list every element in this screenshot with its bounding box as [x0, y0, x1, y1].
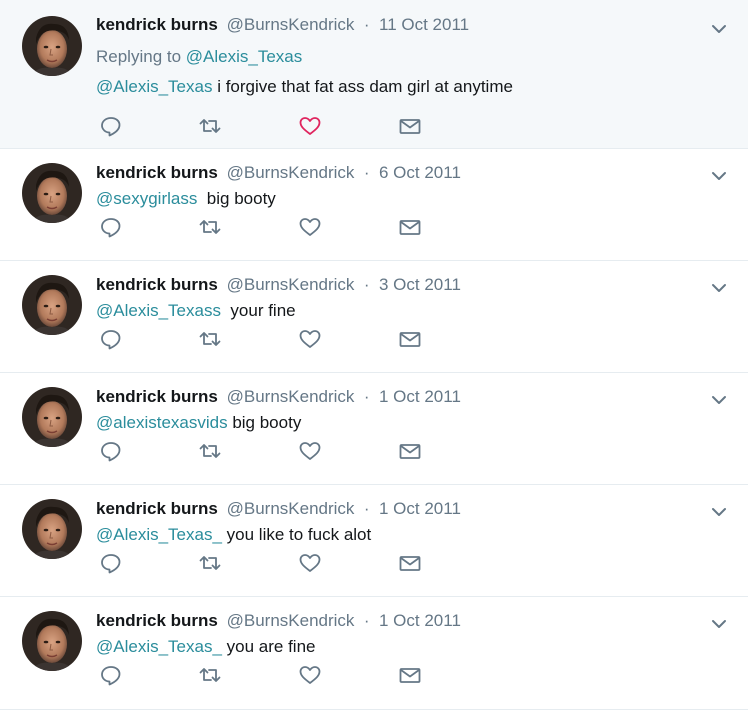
author-name[interactable]: kendrick burns — [96, 163, 218, 182]
tweet-timeline: kendrick burns @BurnsKendrick · 11 Oct 2… — [0, 0, 748, 723]
heart-icon[interactable] — [298, 216, 322, 238]
chevron-down-icon[interactable] — [710, 615, 728, 633]
author-name[interactable]: kendrick burns — [96, 387, 218, 406]
mention-link[interactable]: @Alexis_Texass — [96, 301, 221, 320]
tweet-item[interactable]: kendrick burns @BurnsKendrick · 11 Oct 2… — [0, 0, 748, 149]
heart-icon[interactable] — [298, 328, 322, 350]
author-handle[interactable]: @BurnsKendrick — [227, 163, 355, 182]
envelope-icon[interactable] — [398, 328, 422, 350]
separator-dot: · — [359, 387, 375, 406]
heart-icon[interactable] — [298, 440, 322, 462]
heart-icon[interactable] — [298, 115, 322, 137]
tweet-date[interactable]: 3 Oct 2011 — [379, 275, 461, 294]
reply-icon[interactable] — [99, 664, 123, 686]
author-name[interactable]: kendrick burns — [96, 499, 218, 518]
tweet-text: @Alexis_Texas i forgive that fat ass dam… — [96, 76, 513, 98]
separator-dot: · — [359, 15, 375, 34]
separator-dot: · — [359, 499, 375, 518]
author-handle[interactable]: @BurnsKendrick — [227, 499, 355, 518]
tweet-header: kendrick burns @BurnsKendrick · 11 Oct 2… — [96, 14, 469, 36]
tweet-header: kendrick burns @BurnsKendrick · 1 Oct 20… — [96, 386, 461, 408]
envelope-icon[interactable] — [398, 216, 422, 238]
tweet-date[interactable]: 11 Oct 2011 — [379, 15, 469, 34]
tweet-item[interactable]: kendrick burns @BurnsKendrick · 3 Oct 20… — [0, 261, 748, 373]
tweet-body: big booty — [197, 189, 276, 208]
tweet-header: kendrick burns @BurnsKendrick · 1 Oct 20… — [96, 498, 461, 520]
replying-prefix: Replying to — [96, 47, 182, 66]
avatar[interactable] — [22, 163, 82, 223]
avatar[interactable] — [22, 611, 82, 671]
chevron-down-icon[interactable] — [710, 167, 728, 185]
avatar[interactable] — [22, 499, 82, 559]
mention-link[interactable]: @alexistexasvids — [96, 413, 228, 432]
author-name[interactable]: kendrick burns — [96, 275, 218, 294]
author-name[interactable]: kendrick burns — [96, 611, 218, 630]
heart-icon[interactable] — [298, 664, 322, 686]
chevron-down-icon[interactable] — [710, 279, 728, 297]
reply-icon[interactable] — [99, 115, 123, 137]
reply-icon[interactable] — [99, 328, 123, 350]
retweet-icon[interactable] — [198, 440, 222, 462]
tweet-body: big booty — [227, 413, 302, 432]
heart-icon[interactable] — [298, 552, 322, 574]
retweet-icon[interactable] — [198, 552, 222, 574]
replying-to: Replying to @Alexis_Texas — [96, 46, 302, 68]
chevron-down-icon[interactable] — [710, 503, 728, 521]
tweet-header: kendrick burns @BurnsKendrick · 1 Oct 20… — [96, 610, 461, 632]
separator-dot: · — [359, 611, 375, 630]
tweet-text: @alexistexasvids big booty — [96, 412, 301, 434]
author-name[interactable]: kendrick burns — [96, 15, 218, 34]
separator-dot: · — [359, 163, 375, 182]
author-handle[interactable]: @BurnsKendrick — [227, 387, 355, 406]
tweet-text: @sexygirlass big booty — [96, 188, 276, 210]
envelope-icon[interactable] — [398, 664, 422, 686]
retweet-icon[interactable] — [198, 664, 222, 686]
chevron-down-icon[interactable] — [710, 391, 728, 409]
envelope-icon[interactable] — [398, 552, 422, 574]
envelope-icon[interactable] — [398, 115, 422, 137]
envelope-icon[interactable] — [398, 440, 422, 462]
tweet-text: @Alexis_Texas_ you like to fuck alot — [96, 524, 371, 546]
mention-link[interactable]: @Alexis_Texas_ — [96, 637, 222, 656]
replying-to-link[interactable]: @Alexis_Texas — [186, 47, 302, 66]
author-handle[interactable]: @BurnsKendrick — [227, 611, 355, 630]
avatar[interactable] — [22, 387, 82, 447]
tweet-item[interactable]: kendrick burns @BurnsKendrick · 1 Oct 20… — [0, 597, 748, 710]
mention-link[interactable]: @Alexis_Texas — [96, 77, 212, 96]
tweet-body: your fine — [220, 301, 296, 320]
mention-link[interactable]: @Alexis_Texas_ — [96, 525, 222, 544]
tweet-date[interactable]: 6 Oct 2011 — [379, 163, 461, 182]
tweet-item[interactable]: kendrick burns @BurnsKendrick · 1 Oct 20… — [0, 485, 748, 597]
tweet-date[interactable]: 1 Oct 2011 — [379, 387, 461, 406]
avatar[interactable] — [22, 275, 82, 335]
retweet-icon[interactable] — [198, 115, 222, 137]
reply-icon[interactable] — [99, 552, 123, 574]
tweet-body: i forgive that fat ass dam girl at anyti… — [212, 77, 513, 96]
author-handle[interactable]: @BurnsKendrick — [227, 15, 355, 34]
retweet-icon[interactable] — [198, 328, 222, 350]
reply-icon[interactable] — [99, 440, 123, 462]
tweet-text: @Alexis_Texas_ you are fine — [96, 636, 316, 658]
tweet-body: you are fine — [221, 637, 316, 656]
reply-icon[interactable] — [99, 216, 123, 238]
tweet-date[interactable]: 1 Oct 2011 — [379, 499, 461, 518]
tweet-item[interactable]: kendrick burns @BurnsKendrick · 6 Oct 20… — [0, 149, 748, 261]
tweet-header: kendrick burns @BurnsKendrick · 6 Oct 20… — [96, 162, 461, 184]
chevron-down-icon[interactable] — [710, 20, 728, 38]
avatar[interactable] — [22, 16, 82, 76]
retweet-icon[interactable] — [198, 216, 222, 238]
tweet-date[interactable]: 1 Oct 2011 — [379, 611, 461, 630]
author-handle[interactable]: @BurnsKendrick — [227, 275, 355, 294]
mention-link[interactable]: @sexygirlass — [96, 189, 197, 208]
tweet-item[interactable]: kendrick burns @BurnsKendrick · 1 Oct 20… — [0, 373, 748, 485]
tweet-body: you like to fuck alot — [221, 525, 372, 544]
separator-dot: · — [359, 275, 375, 294]
tweet-header: kendrick burns @BurnsKendrick · 3 Oct 20… — [96, 274, 461, 296]
tweet-text: @Alexis_Texass your fine — [96, 300, 296, 322]
timeline-bottom-spacer — [0, 710, 748, 723]
